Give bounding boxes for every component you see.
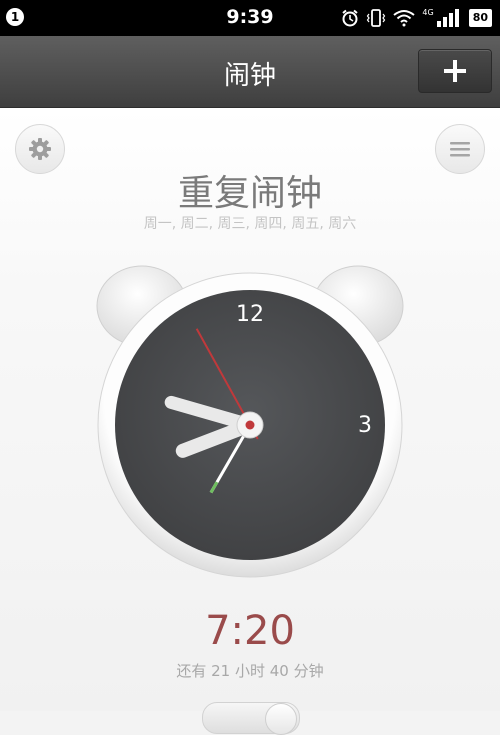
plus-icon bbox=[444, 60, 466, 82]
time-remaining: 还有 21 小时 40 分钟 bbox=[176, 662, 324, 680]
gear-icon bbox=[29, 138, 51, 160]
add-alarm-button[interactable] bbox=[418, 49, 492, 93]
wifi-icon bbox=[393, 10, 416, 27]
alarm-icon bbox=[342, 9, 359, 27]
status-icons: 4G 80 bbox=[341, 8, 492, 28]
clock-numeral-3: 3 bbox=[358, 413, 372, 438]
clock-numeral-12: 12 bbox=[236, 302, 264, 327]
alarm-clock-dial[interactable]: 12 3 bbox=[90, 256, 410, 586]
title-bar: 闹钟 bbox=[0, 36, 500, 108]
alarm-detail: 重复闹钟 周一, 周二, 周三, 周四, 周五, 周六 12 3 7:20 还有… bbox=[0, 108, 500, 735]
alarm-time: 7:20 bbox=[205, 608, 295, 654]
signal-icon bbox=[436, 9, 459, 27]
repeat-days: 周一, 周二, 周三, 周四, 周五, 周六 bbox=[143, 216, 357, 232]
network-type: 4G bbox=[422, 7, 434, 17]
alarm-toggle-knob[interactable] bbox=[265, 703, 297, 735]
battery-icon: 80 bbox=[468, 9, 492, 27]
alarm-title[interactable]: 重复闹钟 bbox=[0, 164, 500, 216]
vibrate-icon bbox=[367, 9, 386, 27]
alarm-toggle[interactable] bbox=[202, 702, 300, 735]
menu-icon bbox=[450, 142, 470, 157]
status-bar: 1 9:39 4G 80 bbox=[0, 0, 500, 36]
clock-center-pin bbox=[245, 420, 255, 430]
